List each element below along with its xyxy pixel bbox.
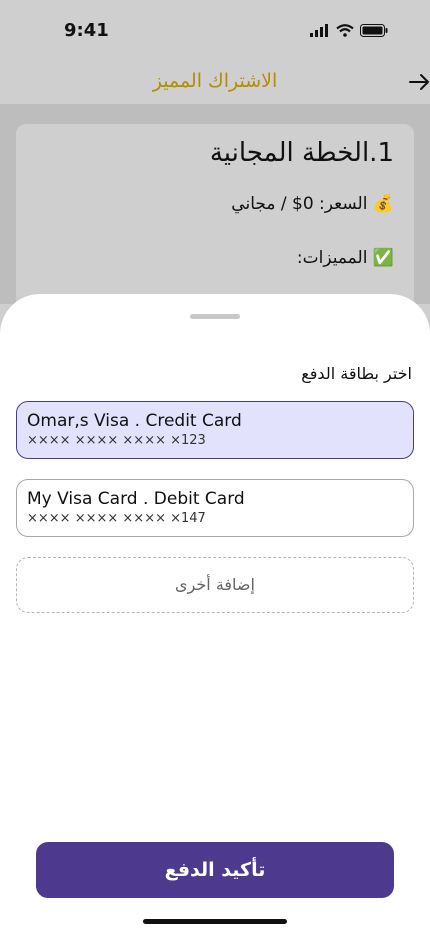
add-card-button[interactable]: إضافة أخرى [16, 557, 414, 613]
card-name: Omar,s Visa . Credit Card [27, 411, 242, 431]
status-bar: 9:41 [0, 0, 430, 62]
status-time: 9:41 [64, 20, 109, 41]
sheet-handle[interactable] [190, 314, 240, 319]
status-icons [310, 24, 388, 37]
confirm-payment-button[interactable]: تأكيد الدفع [36, 842, 394, 898]
payment-sheet: اختر بطاقة الدفع Omar,s Visa . Credit Ca… [0, 294, 430, 932]
home-indicator [143, 919, 287, 924]
back-arrow-icon[interactable] [402, 70, 430, 94]
plan-features: ✅ المميزات: [296, 248, 394, 268]
battery-icon [360, 24, 388, 37]
header: الاشتراك المميز [0, 62, 430, 104]
plan-title: 1.الخطة المجانية [209, 138, 394, 168]
signal-icon [310, 24, 328, 37]
plan-price: 💰 السعر: 0$ / مجاني [231, 194, 394, 214]
card-option-debit[interactable]: My Visa Card . Debit Card ×××× ×××× ××××… [16, 479, 414, 537]
wifi-icon [336, 24, 354, 37]
card-option-credit[interactable]: Omar,s Visa . Credit Card ×××× ×××× ××××… [16, 401, 414, 459]
card-number: ×××× ×××× ×××× ×147 [27, 511, 206, 526]
card-name: My Visa Card . Debit Card [27, 489, 245, 509]
plan-area: 1.الخطة المجانية 💰 السعر: 0$ / مجاني ✅ ا… [0, 104, 430, 344]
sheet-title: اختر بطاقة الدفع [301, 364, 412, 383]
card-number: ×××× ×××× ×××× ×123 [27, 433, 206, 448]
page-title: الاشتراك المميز [152, 70, 278, 92]
